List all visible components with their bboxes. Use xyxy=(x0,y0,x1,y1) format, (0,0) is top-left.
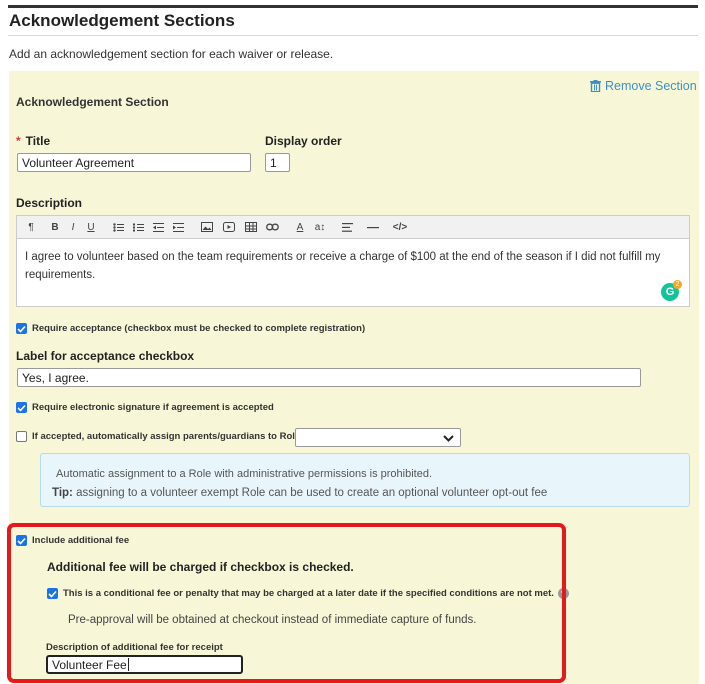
assign-role-label: If accepted, automatically assign parent… xyxy=(32,431,304,442)
italic-icon[interactable]: I xyxy=(65,219,81,235)
numbered-list-icon[interactable] xyxy=(129,219,147,235)
require-acceptance-label: Require acceptance (checkbox must be che… xyxy=(32,323,366,334)
fee-highlight-frame xyxy=(7,523,566,683)
page-title: Acknowledgement Sections xyxy=(9,11,235,30)
require-esign-checkbox[interactable] xyxy=(16,402,27,413)
section-heading: Acknowledgement Section xyxy=(16,95,169,109)
require-esign-label: Require electronic signature if agreemen… xyxy=(32,402,274,413)
remove-section-button[interactable]: Remove Section xyxy=(590,79,697,93)
acceptance-label-heading: Label for acceptance checkbox xyxy=(16,349,195,363)
align-icon[interactable] xyxy=(339,219,355,235)
description-text[interactable]: I agree to volunteer based on the team r… xyxy=(17,239,689,284)
tip-prefix: Tip: xyxy=(52,487,73,499)
info-tip: Tip: assigning to a volunteer exempt Rol… xyxy=(52,487,547,499)
chevron-down-icon xyxy=(443,435,454,442)
info-prohibited-text: Automatic assignment to a Role with admi… xyxy=(56,468,432,480)
image-icon[interactable] xyxy=(197,219,217,235)
grammarly-count-badge: 2 xyxy=(673,280,682,289)
underline-icon[interactable]: U xyxy=(83,219,99,235)
font-size-icon[interactable]: a↕ xyxy=(311,219,329,235)
description-editor: ¶ B I U A a↕ </> I agree to volunteer ba… xyxy=(16,215,690,307)
role-select[interactable] xyxy=(295,428,461,447)
font-color-icon[interactable]: A xyxy=(291,219,309,235)
paragraph-icon[interactable]: ¶ xyxy=(25,219,37,235)
header-rule xyxy=(8,5,698,8)
assign-role-checkbox[interactable] xyxy=(16,431,27,442)
require-acceptance-checkbox[interactable] xyxy=(16,323,27,334)
acceptance-label-input[interactable] xyxy=(17,368,641,387)
title-label-text: Title xyxy=(25,134,51,148)
bullet-list-icon[interactable] xyxy=(109,219,127,235)
title-label: * Title xyxy=(16,134,50,148)
outdent-icon[interactable] xyxy=(149,219,167,235)
indent-icon[interactable] xyxy=(169,219,187,235)
table-icon[interactable] xyxy=(241,219,261,235)
horizontal-rule-icon[interactable] xyxy=(365,219,381,235)
assign-role-row[interactable]: If accepted, automatically assign parent… xyxy=(16,431,303,442)
trash-icon xyxy=(590,80,601,92)
code-view-icon[interactable]: </> xyxy=(391,219,409,235)
link-icon[interactable] xyxy=(263,219,281,235)
video-icon[interactable] xyxy=(219,219,239,235)
display-order-label: Display order xyxy=(265,134,342,148)
editor-toolbar: ¶ B I U A a↕ </> xyxy=(17,216,689,239)
remove-section-label: Remove Section xyxy=(605,79,697,93)
title-divider xyxy=(8,35,698,36)
title-input[interactable] xyxy=(17,153,251,172)
required-mark: * xyxy=(16,134,21,148)
require-esign-row[interactable]: Require electronic signature if agreemen… xyxy=(16,402,274,413)
role-info-box: Automatic assignment to a Role with admi… xyxy=(40,453,690,507)
tip-text: assigning to a volunteer exempt Role can… xyxy=(76,487,548,499)
description-label: Description xyxy=(16,196,83,210)
bold-icon[interactable]: B xyxy=(47,219,63,235)
page-intro: Add an acknowledgement section for each … xyxy=(9,47,334,61)
display-order-input[interactable] xyxy=(265,153,290,172)
require-acceptance-row[interactable]: Require acceptance (checkbox must be che… xyxy=(16,323,365,334)
